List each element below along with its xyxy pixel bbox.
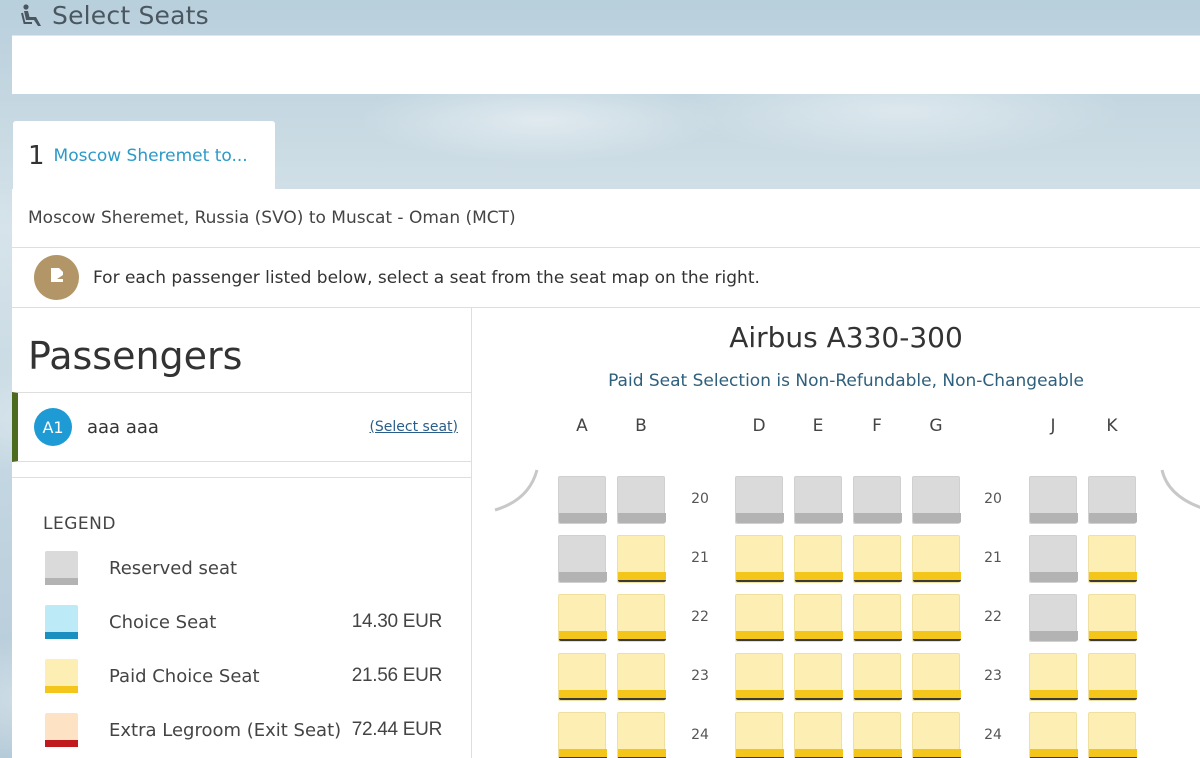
page-header: Select Seats <box>20 0 209 30</box>
route-title: Moscow Sheremet, Russia (SVO) to Muscat … <box>12 189 1200 248</box>
legend-item-extra-legroom: Extra Legroom (Exit Seat) 72.44 EUR <box>45 713 465 747</box>
seat-21f[interactable] <box>853 535 902 583</box>
seat-24j[interactable] <box>1029 712 1078 758</box>
legend-swatch <box>45 551 78 585</box>
legend-price: 21.56 EUR <box>351 665 443 686</box>
seat-24d[interactable] <box>735 712 784 758</box>
top-bar <box>12 35 1200 94</box>
legend-item-paid-choice: Paid Choice Seat 21.56 EUR <box>45 659 465 693</box>
row-number: 21 <box>691 550 709 566</box>
legend-swatch <box>45 659 78 693</box>
seat-23k[interactable] <box>1088 653 1137 701</box>
row-number: 23 <box>984 668 1002 684</box>
passengers-heading: Passengers <box>28 334 243 378</box>
column-header-g: G <box>929 416 943 436</box>
seat-21k[interactable] <box>1088 535 1137 583</box>
column-header-d: D <box>752 416 766 436</box>
legend-label: Choice Seat <box>109 611 217 633</box>
row-number: 22 <box>691 609 709 625</box>
seat-24g[interactable] <box>912 712 961 758</box>
document-icon <box>48 266 66 289</box>
column-header-k: K <box>1106 416 1118 436</box>
row-number: 24 <box>984 727 1002 743</box>
seat-21b[interactable] <box>617 535 666 583</box>
seat-21e[interactable] <box>794 535 843 583</box>
seat-22g[interactable] <box>912 594 961 642</box>
row-number: 22 <box>984 609 1002 625</box>
seat-23g[interactable] <box>912 653 961 701</box>
seat-22e[interactable] <box>794 594 843 642</box>
seat-20b <box>617 476 666 524</box>
seat-map: Airbus A330-300 Paid Seat Selection is N… <box>473 308 1200 758</box>
seat-22k[interactable] <box>1088 594 1137 642</box>
seat-22d[interactable] <box>735 594 784 642</box>
legend-item-reserved: Reserved seat <box>45 551 465 585</box>
seat-24e[interactable] <box>794 712 843 758</box>
seat-23f[interactable] <box>853 653 902 701</box>
seat-22f[interactable] <box>853 594 902 642</box>
divider <box>12 477 472 478</box>
legend-price: 14.30 EUR <box>351 611 443 632</box>
seat-23d[interactable] <box>735 653 784 701</box>
seat-24k[interactable] <box>1088 712 1137 758</box>
seat-21a <box>558 535 607 583</box>
row-number: 21 <box>984 550 1002 566</box>
legend-label: Paid Choice Seat <box>109 665 260 687</box>
instruction-row: For each passenger listed below, select … <box>12 248 1200 308</box>
seat-notice: Paid Seat Selection is Non-Refundable, N… <box>608 371 1084 391</box>
passengers-column: Passengers A1 aaa aaa (Select seat) LEGE… <box>12 308 472 758</box>
seat-24a[interactable] <box>558 712 607 758</box>
seat-20k <box>1088 476 1137 524</box>
legend-swatch <box>45 605 78 639</box>
seat-23e[interactable] <box>794 653 843 701</box>
seat-22b[interactable] <box>617 594 666 642</box>
row-number: 20 <box>984 491 1002 507</box>
fuselage-right-outline <box>1160 469 1200 509</box>
legend-label: Reserved seat <box>109 557 238 579</box>
seat-23a[interactable] <box>558 653 607 701</box>
tab-label: Moscow Sheremet to... <box>53 146 248 166</box>
seat-20j <box>1029 476 1078 524</box>
column-header-f: F <box>872 416 882 436</box>
info-badge <box>34 255 79 300</box>
seat-24b[interactable] <box>617 712 666 758</box>
select-seat-link[interactable]: (Select seat) <box>369 419 458 435</box>
legend-swatch <box>45 713 78 747</box>
passenger-name: aaa aaa <box>87 416 159 438</box>
column-header-j: J <box>1050 416 1056 436</box>
legend-title: LEGEND <box>43 514 116 534</box>
seat-icon <box>20 3 44 27</box>
seat-24f[interactable] <box>853 712 902 758</box>
row-number: 20 <box>691 491 709 507</box>
seat-20e <box>794 476 843 524</box>
legend-item-choice: Choice Seat 14.30 EUR <box>45 605 465 639</box>
passenger-avatar: A1 <box>34 408 72 446</box>
column-header-b: B <box>635 416 647 436</box>
row-number: 24 <box>691 727 709 743</box>
legend-label: Extra Legroom (Exit Seat) <box>109 719 342 741</box>
seat-20g <box>912 476 961 524</box>
seat-20d <box>735 476 784 524</box>
column-header-a: A <box>576 416 588 436</box>
aircraft-name: Airbus A330-300 <box>729 321 963 354</box>
seat-23b[interactable] <box>617 653 666 701</box>
seat-21d[interactable] <box>735 535 784 583</box>
row-number: 23 <box>691 668 709 684</box>
tab-number: 1 <box>28 141 45 171</box>
seat-20a <box>558 476 607 524</box>
column-header-e: E <box>812 416 824 436</box>
seat-23j[interactable] <box>1029 653 1078 701</box>
tab-flight-segment-1[interactable]: 1 Moscow Sheremet to... <box>13 121 275 191</box>
passenger-row[interactable]: A1 aaa aaa (Select seat) <box>12 392 472 462</box>
seat-22j <box>1029 594 1078 642</box>
instruction-text: For each passenger listed below, select … <box>93 267 760 288</box>
seat-20f <box>853 476 902 524</box>
seat-22a[interactable] <box>558 594 607 642</box>
page-title: Select Seats <box>52 0 209 30</box>
legend-price: 72.44 EUR <box>351 719 443 740</box>
fuselage-left-outline <box>494 469 539 512</box>
seat-21j <box>1029 535 1078 583</box>
seat-21g[interactable] <box>912 535 961 583</box>
seat-selection-panel: Moscow Sheremet, Russia (SVO) to Muscat … <box>12 189 1200 758</box>
